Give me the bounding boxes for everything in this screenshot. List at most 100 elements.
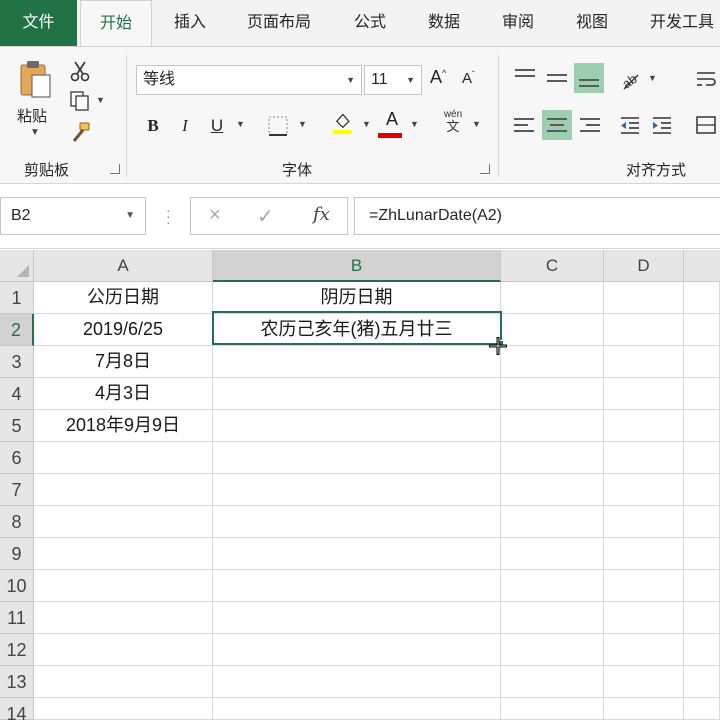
cell-c6[interactable] [501, 442, 604, 474]
cell-a9[interactable] [34, 538, 213, 570]
cell-c2[interactable] [501, 314, 604, 346]
cell-e2[interactable] [684, 314, 720, 346]
cell-c10[interactable] [501, 570, 604, 602]
format-painter-icon[interactable] [68, 121, 92, 145]
font-launcher-icon[interactable] [480, 164, 490, 174]
merge-center-icon[interactable] [694, 113, 718, 137]
cell-c4[interactable] [501, 378, 604, 410]
cell-c13[interactable] [501, 666, 604, 698]
cell-b6[interactable] [213, 442, 501, 474]
fill-color-dropdown-arrow[interactable]: ▼ [362, 119, 371, 129]
clipboard-launcher-icon[interactable] [110, 164, 120, 174]
middle-align-button[interactable] [542, 63, 572, 93]
copy-icon[interactable] [68, 89, 92, 113]
cell-b3[interactable] [213, 346, 501, 378]
phonetic-dropdown-arrow[interactable]: ▼ [472, 119, 481, 129]
cell-a4[interactable]: 4月3日 [34, 378, 213, 410]
cell-c11[interactable] [501, 602, 604, 634]
cell-c8[interactable] [501, 506, 604, 538]
tab-page-layout[interactable]: 页面布局 [240, 0, 318, 46]
row-header-12[interactable]: 12 [0, 634, 34, 666]
cell-a10[interactable] [34, 570, 213, 602]
cell-a14[interactable] [34, 698, 213, 720]
cell-e8[interactable] [684, 506, 720, 538]
row-header-1[interactable]: 1 [0, 282, 34, 314]
cell-c1[interactable] [501, 282, 604, 314]
underline-dropdown-arrow[interactable]: ▼ [236, 119, 245, 129]
font-color-icon[interactable]: A [380, 109, 404, 130]
cell-a6[interactable] [34, 442, 213, 474]
cell-e14[interactable] [684, 698, 720, 720]
cell-b1[interactable]: 阴历日期 [213, 282, 501, 314]
row-header-13[interactable]: 13 [0, 666, 34, 698]
tab-review[interactable]: 审阅 [496, 0, 540, 46]
cell-d8[interactable] [604, 506, 684, 538]
cell-e10[interactable] [684, 570, 720, 602]
fill-color-icon[interactable] [330, 111, 354, 135]
formula-input[interactable]: =ZhLunarDate(A2) [354, 197, 720, 235]
cell-d10[interactable] [604, 570, 684, 602]
cell-b13[interactable] [213, 666, 501, 698]
cell-e4[interactable] [684, 378, 720, 410]
name-box[interactable]: B2 ▼ [0, 197, 146, 235]
cell-d12[interactable] [604, 634, 684, 666]
paste-dropdown-arrow[interactable]: ▼ [30, 127, 40, 138]
cell-d7[interactable] [604, 474, 684, 506]
tab-file[interactable]: 文件 [0, 0, 77, 46]
cell-e11[interactable] [684, 602, 720, 634]
tab-developer[interactable]: 开发工具 [644, 0, 720, 46]
cut-icon[interactable] [68, 59, 92, 83]
row-header-2[interactable]: 2 [0, 314, 34, 346]
enter-icon[interactable]: ✓ [257, 204, 274, 229]
cell-e3[interactable] [684, 346, 720, 378]
cell-b12[interactable] [213, 634, 501, 666]
cell-e13[interactable] [684, 666, 720, 698]
more-options-icon[interactable]: · · · [166, 203, 171, 229]
font-name-select[interactable]: 等线 ▼ [136, 65, 362, 95]
cell-c3[interactable] [501, 346, 604, 378]
column-header-c[interactable]: C [501, 250, 604, 282]
orientation-icon[interactable]: ab [618, 67, 642, 91]
cell-d14[interactable] [604, 698, 684, 720]
cell-d11[interactable] [604, 602, 684, 634]
phonetic-guide-icon[interactable]: wén 文 [440, 109, 466, 133]
cell-b14[interactable] [213, 698, 501, 720]
cell-a12[interactable] [34, 634, 213, 666]
italic-button[interactable]: I [174, 113, 196, 139]
top-align-button[interactable] [510, 63, 540, 93]
row-header-11[interactable]: 11 [0, 602, 34, 634]
cell-e6[interactable] [684, 442, 720, 474]
cell-d6[interactable] [604, 442, 684, 474]
row-header-5[interactable]: 5 [0, 410, 34, 442]
cell-c14[interactable] [501, 698, 604, 720]
borders-icon[interactable] [266, 114, 290, 138]
cell-a2[interactable]: 2019/6/25 [34, 314, 213, 346]
row-header-14[interactable]: 14 [0, 698, 34, 720]
row-header-9[interactable]: 9 [0, 538, 34, 570]
paste-icon[interactable] [18, 59, 54, 99]
cell-a13[interactable] [34, 666, 213, 698]
cell-b7[interactable] [213, 474, 501, 506]
decrease-indent-icon[interactable] [618, 113, 642, 137]
cell-b9[interactable] [213, 538, 501, 570]
wrap-text-icon[interactable] [694, 67, 718, 91]
cell-a5[interactable]: 2018年9月9日 [34, 410, 213, 442]
cell-a1[interactable]: 公历日期 [34, 282, 213, 314]
align-center-button[interactable] [542, 110, 572, 140]
underline-button[interactable]: U [206, 113, 228, 139]
row-header-3[interactable]: 3 [0, 346, 34, 378]
cell-d9[interactable] [604, 538, 684, 570]
cell-e12[interactable] [684, 634, 720, 666]
increase-font-size-icon[interactable]: A^ [430, 67, 446, 88]
cell-d13[interactable] [604, 666, 684, 698]
decrease-font-size-icon[interactable]: Aˇ [462, 70, 475, 87]
tab-formulas[interactable]: 公式 [348, 0, 392, 46]
column-header-a[interactable]: A [34, 250, 213, 282]
increase-indent-icon[interactable] [650, 113, 674, 137]
copy-dropdown-arrow[interactable]: ▼ [96, 95, 105, 105]
cell-b10[interactable] [213, 570, 501, 602]
borders-dropdown-arrow[interactable]: ▼ [298, 119, 307, 129]
cell-e7[interactable] [684, 474, 720, 506]
cell-a3[interactable]: 7月8日 [34, 346, 213, 378]
cell-c12[interactable] [501, 634, 604, 666]
